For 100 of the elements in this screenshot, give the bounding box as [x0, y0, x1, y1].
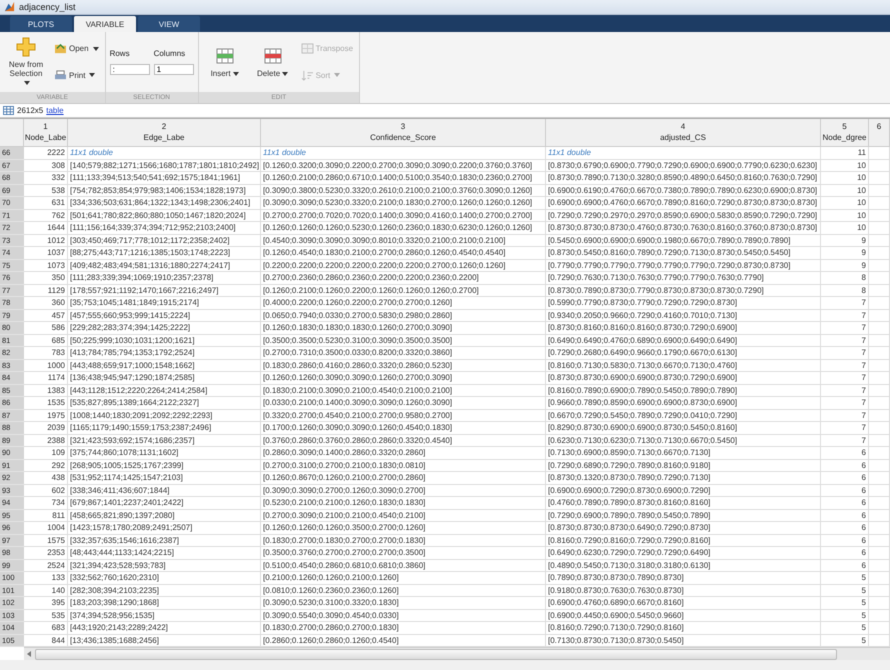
table-cell: [111;283;339;394;1069;1910;2357;2378] — [68, 272, 261, 285]
table-cell: [0.2700;0.3090;0.2100;0.2100;0.4540;0.2100] — [261, 510, 546, 522]
column-header[interactable]: 2 Edge_Labe — [68, 119, 261, 148]
table-cell: 10 — [821, 184, 869, 198]
insert-button[interactable]: Insert — [202, 45, 247, 80]
table-cell: [178;557;921;1192;1470;1667;2216;2497] — [68, 284, 261, 298]
empty-cell — [869, 384, 890, 398]
table-cell: [0.2700;0.7310;0.3500;0.0330;0.8200;0.3320;0.3860] — [261, 347, 546, 360]
table-cell: [0.5450;0.6900;0.6900;0.6900;0.1980;0.6670;0.7890;0.7890;0.7890] — [546, 234, 821, 248]
scroll-left-icon[interactable] — [26, 651, 32, 658]
column-header[interactable]: 6 — [869, 119, 890, 148]
table-cell: 292 — [24, 460, 68, 472]
table-cell: [679;867;1401;2237;2401;2422] — [68, 497, 261, 510]
table-cell: [0.6900;0.6900;0.4760;0.6670;0.7890;0.8160;0.7290;0.8730;0.8730;0.8730] — [546, 197, 821, 210]
table-icon — [3, 106, 14, 116]
table-cell: 7 — [821, 410, 869, 422]
header-corner[interactable] — [0, 119, 24, 148]
table-cell: [334;336;503;631;864;1322;1343;1498;2306;2401] — [68, 197, 261, 210]
table-cell: [50;225;999;1030;1031;1200;1621] — [68, 334, 261, 348]
column-header[interactable]: 3 Confidence_Score — [261, 119, 546, 148]
empty-cell — [869, 510, 890, 522]
table-cell: 6 — [821, 484, 869, 498]
table-cell: [413;784;785;794;1353;1792;2524] — [68, 347, 261, 360]
caret-icon — [232, 72, 239, 76]
text-field[interactable]: 1 — [154, 64, 194, 76]
table-cell: [374;394;528;956;1535] — [68, 610, 261, 622]
table-cell: 109 — [24, 447, 68, 460]
window-title: adjacency_list — [19, 2, 76, 12]
column-header[interactable]: 1 Node_Labe — [24, 119, 68, 148]
table-cell: 1129 — [24, 284, 68, 298]
empty-cell — [869, 260, 890, 272]
table-cell: 6 — [821, 472, 869, 485]
table-cell: [0.7290;0.6890;0.7290;0.7890;0.8160;0.9180] — [546, 460, 821, 472]
table-cell: [531;952;1174;1425;1547;2103] — [68, 472, 261, 485]
table-cell: 538 — [24, 184, 68, 198]
printer-icon — [54, 70, 67, 81]
variable-size: 2612x5 — [17, 106, 44, 116]
table-cell: [0.3760;0.2860;0.3760;0.2860;0.2860;0.3320;0.4540] — [261, 434, 546, 448]
text-field[interactable]: : — [110, 64, 150, 76]
table-cell: [0.8730;0.8730;0.8730;0.4760;0.8730;0.7630;0.8160;0.3760;0.8730;0.8730] — [546, 222, 821, 235]
empty-cell — [869, 622, 890, 635]
table-cell: [0.6490;0.6490;0.4760;0.6890;0.6900;0.6490;0.6490] — [546, 334, 821, 348]
table-cell: [0.9180;0.8730;0.7630;0.7630;0.8730] — [546, 584, 821, 598]
empty-cell — [869, 584, 890, 598]
table-cell: [0.8730;0.1320;0.8730;0.7890;0.7290;0.7130] — [546, 472, 821, 485]
empty-cell — [869, 334, 890, 348]
table-cell: [0.8730;0.7890;0.7130;0.3280;0.8590;0.4890;0.6450;0.8160;0.7630;0.7290] — [546, 172, 821, 185]
table-cell: 1383 — [24, 384, 68, 398]
open-button[interactable]: Open — [52, 43, 101, 54]
empty-cell — [869, 472, 890, 485]
table-cell: 7 — [821, 310, 869, 322]
table-cell: 685 — [24, 334, 68, 348]
table-cell: [0.2100;0.1260;0.1260;0.2100;0.1260] — [261, 572, 546, 585]
scrollbar-thumb[interactable] — [35, 648, 837, 660]
table-cell: [0.7890;0.8730;0.8730;0.7890;0.8730] — [546, 572, 821, 585]
table-cell: 7 — [821, 422, 869, 435]
table-cell: [0.1830;0.2700;0.2860;0.2700;0.1830] — [261, 622, 546, 635]
table-cell: 535 — [24, 610, 68, 622]
table-cell: 8 — [821, 284, 869, 298]
ribbon-tab[interactable]: VARIABLE — [74, 16, 136, 32]
table-cell: 1012 — [24, 234, 68, 248]
table-cell: [0.8160;0.7290;0.7130;0.7290;0.8160] — [546, 622, 821, 635]
empty-cell — [869, 522, 890, 535]
table-cell: [0.1260;0.1260;0.3090;0.3090;0.1260;0.2700;0.3090] — [261, 372, 546, 385]
new-button[interactable]: New from Selection — [4, 36, 48, 88]
table-cell: [0.7790;0.7790;0.7790;0.7790;0.7790;0.7790;0.7290;0.8730;0.8730] — [546, 260, 821, 272]
table-cell: 360 — [24, 297, 68, 310]
field-label: Columns — [154, 49, 186, 58]
table-cell: 140 — [24, 584, 68, 598]
table-cell: [443;1128;1512;2220;2264;2414;2584] — [68, 384, 261, 398]
table-cell: 631 — [24, 197, 68, 210]
column-header[interactable]: 5 Node_dgree — [821, 119, 869, 148]
table-cell: [0.3320;0.2700;0.4540;0.2100;0.2700;0.9580;0.2700] — [261, 410, 546, 422]
table-cell: 6 — [821, 560, 869, 572]
empty-cell — [869, 172, 890, 185]
table-cell: [0.7290;0.6900;0.7890;0.7890;0.5450;0.7890] — [546, 510, 821, 522]
type-link[interactable]: table — [46, 106, 64, 116]
table-cell: 6 — [821, 447, 869, 460]
table-cell: [0.8730;0.5450;0.8160;0.7890;0.7290;0.7130;0.8730;0.5450;0.5450] — [546, 247, 821, 260]
table-cell: [1165;1179;1490;1559;1753;2387;2496] — [68, 422, 261, 435]
print-button[interactable]: Print — [52, 70, 101, 81]
table-cell: 350 — [24, 272, 68, 285]
table-cell: 10 — [821, 197, 869, 210]
table-cell: 308 — [24, 160, 68, 172]
table-cell: 133 — [24, 572, 68, 585]
table-cell: 1000 — [24, 360, 68, 372]
caret-icon — [282, 72, 288, 76]
table-cell: [0.3090;0.3090;0.2700;0.1260;0.3090;0.2700] — [261, 484, 546, 498]
empty-cell — [869, 610, 890, 622]
table-cell: 10 — [821, 172, 869, 185]
table-cell: [0.3090;0.5230;0.3100;0.3320;0.1830] — [261, 597, 546, 610]
ribbon-tab[interactable]: VIEW — [138, 16, 200, 32]
table-cell: 762 — [24, 210, 68, 222]
empty-cell — [869, 347, 890, 360]
ribbon-tab[interactable]: PLOTS — [10, 16, 72, 32]
table-cell: [332;357;635;1546;1616;2387] — [68, 534, 261, 548]
horizontal-scrollbar[interactable] — [24, 647, 890, 660]
column-header[interactable]: 4 adjusted_CS — [546, 119, 821, 148]
empty-cell — [869, 534, 890, 548]
delete-button[interactable]: Delete — [250, 45, 295, 80]
